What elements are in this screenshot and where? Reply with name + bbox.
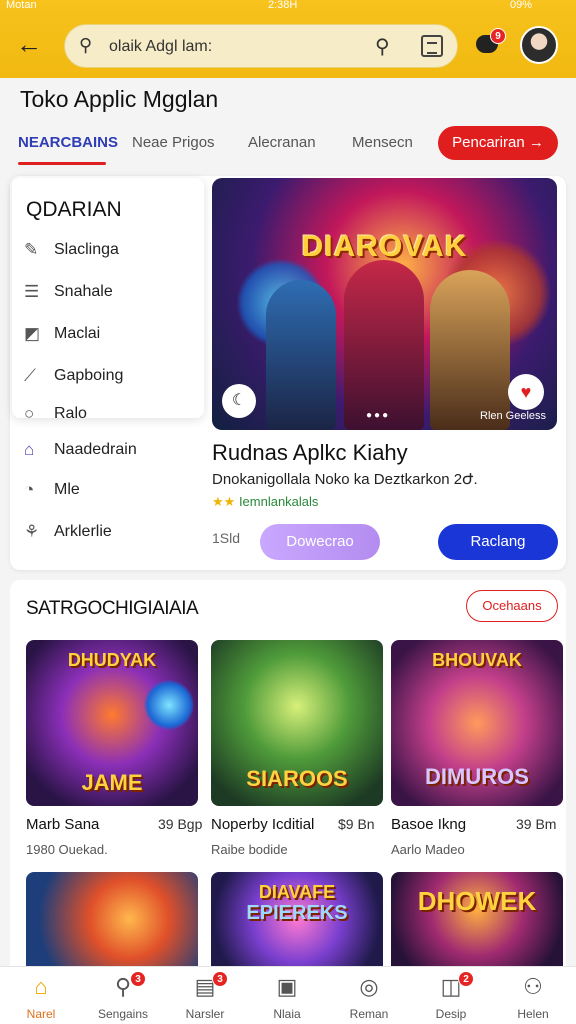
game-tile[interactable]: DIAVAFE EPIEREKS [211, 872, 383, 966]
nav-item-desip[interactable]: ◫ 2 Desip [410, 967, 492, 1024]
menu-item-ralo[interactable]: ○ Ralo [24, 404, 87, 418]
game-subtitle: 1980 Ouekad. [26, 842, 108, 857]
game-subtitle: Raibe bodide [211, 842, 288, 857]
featured-meta: ★★ Iemnlankalals [212, 494, 319, 509]
featured-subtitle: Dnokanigollala Noko ka Deztkarkon 2Ժ. [212, 471, 478, 488]
menu-item-mle[interactable]: ◔ Mle [24, 480, 80, 504]
status-battery: 09% [510, 0, 533, 11]
game-tile-art: EPIEREKS [246, 902, 348, 924]
nav-item-library[interactable]: ▤ 3 Narsler [164, 967, 246, 1024]
user-icon: ⚇ [523, 974, 543, 999]
game-tile-title: DHOWEK [417, 886, 537, 916]
nav-item-profile[interactable]: ⚇ Helen [492, 967, 574, 1024]
moon-icon[interactable]: ☾ [222, 384, 256, 418]
chat-button[interactable]: 9 [474, 28, 506, 58]
nav-badge: 3 [212, 971, 228, 987]
search-input[interactable] [109, 36, 379, 58]
game-tile-title: BHOUVAK [432, 650, 522, 670]
nav-badge: 2 [458, 971, 474, 987]
game-tile-art: JAME [81, 770, 143, 795]
top-app-bar: Motan 2:38H 09% ← ⚲ ⚲ 9 [0, 0, 576, 78]
carousel-dots: ●●● [366, 410, 391, 421]
game-tile-title: DIAVAFE [258, 882, 336, 902]
featured-title: Rudnas Aplkc Kiahy [212, 440, 408, 465]
menu-title: QDARIAN [26, 198, 122, 221]
game-tile-art: SIAROOS [246, 766, 348, 791]
star-icon: ★★ [212, 494, 236, 509]
featured-count: 1Sld [212, 530, 241, 546]
square-icon: ◩ [24, 324, 41, 343]
play-button[interactable]: Raclang [438, 524, 558, 560]
menu-item-slaclinga[interactable]: ✎ Slaclinga [24, 240, 119, 264]
hero-figure [344, 260, 424, 430]
home-icon: ⌂ [24, 440, 35, 459]
hero-figure [266, 280, 336, 430]
tab-mensecn[interactable]: Mensecn [352, 134, 413, 151]
search-cta-button[interactable]: Pencariran → [438, 126, 558, 160]
tab-nearcbains[interactable]: NEARCBAINS [18, 134, 118, 151]
clock-icon: ◔ [24, 480, 35, 499]
status-bar: Motan 2:38H 09% [0, 0, 576, 14]
nav-item-home[interactable]: ⌂ Narel [0, 967, 82, 1024]
status-time: 2:38H [268, 0, 298, 11]
list-icon: ☰ [24, 282, 40, 301]
scan-icon[interactable] [421, 35, 443, 57]
game-tile[interactable]: SIAROOS [211, 640, 383, 806]
game-tile-title: DHUDYAK [67, 650, 157, 670]
game-name[interactable]: Basoe Ikng [391, 816, 466, 833]
heart-icon[interactable]: ♥ [508, 374, 544, 410]
download-button[interactable]: Dowecrao [260, 524, 380, 560]
status-carrier: Motan [6, 0, 37, 11]
search-icon: ⚲ [79, 35, 93, 55]
banner-title: DIAROVAK [301, 230, 468, 263]
game-tile[interactable]: DHUDYAK JAME [26, 640, 198, 806]
home-icon: ⌂ [34, 974, 48, 999]
game-tile[interactable]: DHOWEK [391, 872, 563, 966]
game-tile[interactable]: BHOUVAK DIMUROS [391, 640, 563, 806]
avatar[interactable] [520, 26, 558, 64]
game-price: 39 Bgp [158, 816, 203, 832]
see-all-button[interactable]: Ocehaans [466, 590, 558, 622]
tab-bar: NEARCBAINS Neae Prigos Alecranan Mensecn… [0, 124, 576, 166]
hero-figure [430, 270, 510, 430]
nav-item-media[interactable]: ▣ Nlaia [246, 967, 328, 1024]
nav-item-reman[interactable]: ◎ Reman [328, 967, 410, 1024]
game-tile[interactable] [26, 872, 198, 966]
nav-item-search[interactable]: ⚲ 3 Sengains [82, 967, 164, 1024]
menu-item-maclai[interactable]: ◩ Maclai [24, 324, 100, 348]
active-tab-indicator [18, 162, 106, 165]
menu-item-gapboing[interactable]: ⟋ Gapboing [24, 366, 123, 390]
target-icon: ◎ [359, 974, 379, 999]
chat-badge: 9 [490, 28, 506, 44]
game-price: 39 Bm [516, 816, 557, 832]
section-title: SATRGOCHIGIAIAIA [26, 598, 199, 619]
page-title: Toko Applic Mgglan [20, 86, 219, 112]
game-name[interactable]: Marb Sana [26, 816, 99, 833]
game-name[interactable]: Noperby Icditial [211, 816, 314, 833]
magic-orb [144, 680, 194, 730]
bottom-nav: ⌂ Narel ⚲ 3 Sengains ▤ 3 Narsler ▣ Nlaia… [0, 966, 576, 1024]
menu-item-naadedrain[interactable]: ⌂ Naadedrain [24, 440, 137, 464]
search-bar[interactable]: ⚲ ⚲ [64, 24, 458, 68]
tab-neae-prigos[interactable]: Neae Prigos [132, 134, 215, 151]
search-submit-icon[interactable]: ⚲ [375, 34, 390, 59]
game-subtitle: Aarlo Madeo [391, 842, 465, 857]
nav-badge: 3 [130, 971, 146, 987]
media-icon: ▣ [276, 974, 298, 999]
flower-icon: ⚘ [24, 522, 40, 541]
featured-banner[interactable]: DIAROVAK ☾ ●●● ♥ Rlen Geeless [212, 178, 557, 430]
circle-icon: ○ [24, 404, 35, 418]
tab-alecranan[interactable]: Alecranan [248, 134, 316, 151]
back-arrow-icon[interactable]: ← [14, 30, 44, 60]
pen-icon: ⟋ [24, 366, 36, 385]
game-tile-art: DIMUROS [425, 764, 529, 789]
menu-item-arklerlie[interactable]: ⚘ Arklerlie [24, 522, 112, 546]
game-price: $9 Bn [338, 816, 375, 832]
menu-item-snahale[interactable]: ☰ Snahale [24, 282, 113, 306]
edit-icon: ✎ [24, 240, 39, 259]
banner-tag: Rlen Geeless [480, 410, 547, 422]
